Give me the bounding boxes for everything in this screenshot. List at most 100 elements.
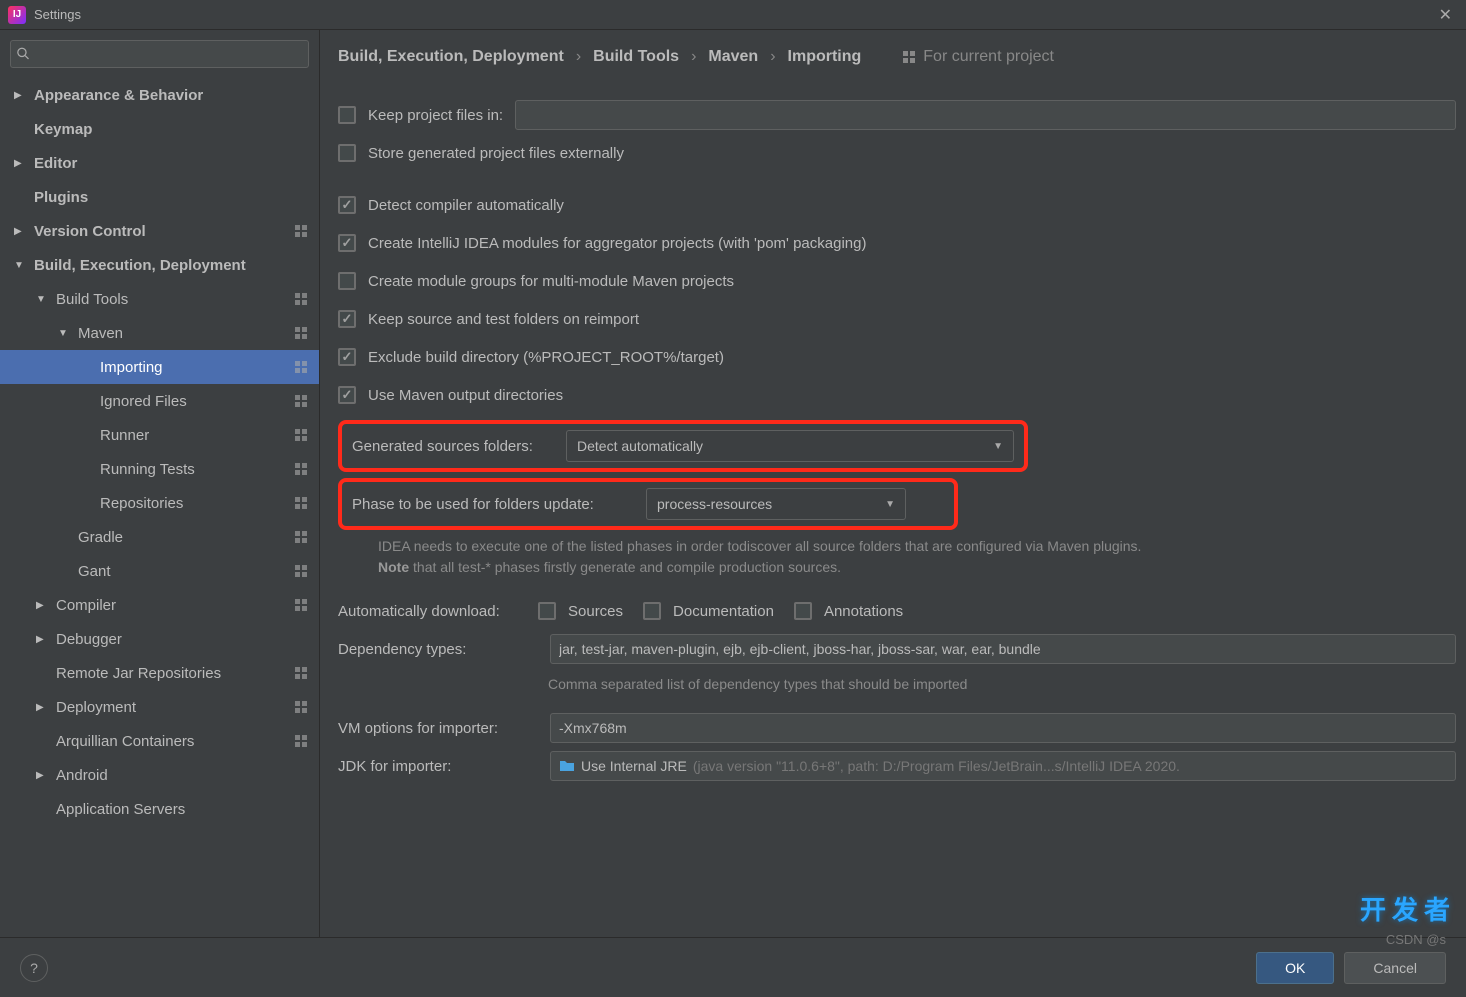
- generated-sources-combo[interactable]: Detect automatically▼: [566, 430, 1014, 462]
- for-current-project: For current project: [901, 48, 1054, 66]
- crumb-3[interactable]: Maven: [708, 48, 758, 66]
- sidebar-item-version-control[interactable]: ▶Version Control: [0, 214, 319, 248]
- project-scope-icon: [293, 699, 309, 715]
- annotations-label: Annotations: [824, 603, 903, 620]
- sidebar-item-label: Importing: [100, 359, 293, 376]
- titlebar: IJ Settings ✕: [0, 0, 1466, 30]
- chevron-down-icon: ▼: [885, 499, 895, 510]
- create-modules-checkbox[interactable]: [338, 234, 356, 252]
- help-button[interactable]: ?: [20, 954, 48, 982]
- use-output-label: Use Maven output directories: [368, 387, 563, 404]
- chevron-right-icon: ▶: [14, 226, 28, 237]
- project-scope-icon: [293, 495, 309, 511]
- chevron-right-icon: ▶: [36, 702, 50, 713]
- sidebar-item-running-tests[interactable]: ▶Running Tests: [0, 452, 319, 486]
- dependency-types-input[interactable]: [550, 634, 1456, 664]
- window-title: Settings: [34, 7, 81, 22]
- sidebar-item-application-servers[interactable]: ▶Application Servers: [0, 792, 319, 826]
- sidebar-item-gradle[interactable]: ▶Gradle: [0, 520, 319, 554]
- sidebar-item-plugins[interactable]: ▶Plugins: [0, 180, 319, 214]
- search-input[interactable]: [34, 47, 302, 62]
- project-scope-icon: [293, 733, 309, 749]
- phase-hint: IDEA needs to execute one of the listed …: [378, 536, 1456, 578]
- store-externally-label: Store generated project files externally: [368, 145, 624, 162]
- sidebar-item-label: Appearance & Behavior: [34, 87, 319, 104]
- project-scope-icon: [293, 597, 309, 613]
- detect-compiler-checkbox[interactable]: [338, 196, 356, 214]
- sources-checkbox[interactable]: [538, 602, 556, 620]
- crumb-2[interactable]: Build Tools: [593, 48, 679, 66]
- sidebar-item-label: Compiler: [56, 597, 293, 614]
- phase-combo[interactable]: process-resources▼: [646, 488, 906, 520]
- jdk-importer-label: JDK for importer:: [338, 758, 538, 775]
- sidebar-item-label: Keymap: [34, 121, 319, 138]
- sidebar-item-build-execution-deployment[interactable]: ▼Build, Execution, Deployment: [0, 248, 319, 282]
- sidebar-item-label: Build, Execution, Deployment: [34, 257, 319, 274]
- sources-label: Sources: [568, 603, 623, 620]
- keep-project-files-label: Keep project files in:: [368, 107, 503, 124]
- sidebar-item-label: Maven: [78, 325, 293, 342]
- exclude-build-label: Exclude build directory (%PROJECT_ROOT%/…: [368, 349, 724, 366]
- auto-download-label: Automatically download:: [338, 603, 538, 620]
- sidebar-item-ignored-files[interactable]: ▶Ignored Files: [0, 384, 319, 418]
- chevron-right-icon: ›: [576, 48, 581, 66]
- dependency-types-hint: Comma separated list of dependency types…: [548, 674, 1456, 695]
- sidebar-item-runner[interactable]: ▶Runner: [0, 418, 319, 452]
- chevron-right-icon: ▶: [36, 634, 50, 645]
- keep-project-files-checkbox[interactable]: [338, 106, 356, 124]
- sidebar-item-remote-jar-repositories[interactable]: ▶Remote Jar Repositories: [0, 656, 319, 690]
- create-modules-label: Create IntelliJ IDEA modules for aggrega…: [368, 235, 866, 252]
- project-icon: [901, 49, 917, 65]
- sidebar-item-maven[interactable]: ▼Maven: [0, 316, 319, 350]
- documentation-checkbox[interactable]: [643, 602, 661, 620]
- content-panel: Build, Execution, Deployment › Build Too…: [320, 30, 1466, 937]
- sidebar-item-debugger[interactable]: ▶Debugger: [0, 622, 319, 656]
- dependency-types-label: Dependency types:: [338, 641, 538, 658]
- annotations-checkbox[interactable]: [794, 602, 812, 620]
- sidebar-item-build-tools[interactable]: ▼Build Tools: [0, 282, 319, 316]
- chevron-right-icon: ›: [691, 48, 696, 66]
- keep-source-checkbox[interactable]: [338, 310, 356, 328]
- sidebar-item-gant[interactable]: ▶Gant: [0, 554, 319, 588]
- sidebar-item-label: Runner: [100, 427, 293, 444]
- sidebar-item-label: Plugins: [34, 189, 319, 206]
- sidebar-item-repositories[interactable]: ▶Repositories: [0, 486, 319, 520]
- vm-options-label: VM options for importer:: [338, 720, 538, 737]
- close-icon[interactable]: ✕: [1433, 5, 1458, 25]
- project-scope-icon: [293, 291, 309, 307]
- sidebar-item-appearance-behavior[interactable]: ▶ Appearance & Behavior: [0, 78, 319, 112]
- sidebar-item-importing[interactable]: ▶Importing: [0, 350, 319, 384]
- sidebar: ▶Appearance & Behavior▶Keymap▶Editor▶Plu…: [0, 30, 320, 937]
- app-icon: IJ: [8, 6, 26, 24]
- sidebar-item-compiler[interactable]: ▶ Compiler: [0, 588, 319, 622]
- chevron-right-icon: ▶: [14, 90, 28, 101]
- phase-label: Phase to be used for folders update:: [352, 496, 632, 513]
- sidebar-item-deployment[interactable]: ▶ Deployment: [0, 690, 319, 724]
- sidebar-item-label: Repositories: [100, 495, 293, 512]
- sidebar-item-arquillian-containers[interactable]: ▶Arquillian Containers: [0, 724, 319, 758]
- crumb-1[interactable]: Build, Execution, Deployment: [338, 48, 564, 66]
- use-output-checkbox[interactable]: [338, 386, 356, 404]
- sidebar-item-label: Deployment: [56, 699, 293, 716]
- jdk-importer-combo[interactable]: Use Internal JRE (java version "11.0.6+8…: [550, 751, 1456, 781]
- search-icon: [17, 47, 30, 61]
- project-scope-icon: [293, 427, 309, 443]
- sidebar-item-android[interactable]: ▶Android: [0, 758, 319, 792]
- cancel-button[interactable]: Cancel: [1344, 952, 1446, 984]
- project-scope-icon: [293, 665, 309, 681]
- chevron-right-icon: ▶: [36, 600, 50, 611]
- sidebar-item-label: Ignored Files: [100, 393, 293, 410]
- create-groups-checkbox[interactable]: [338, 272, 356, 290]
- vm-options-input[interactable]: [550, 713, 1456, 743]
- project-scope-icon: [293, 325, 309, 341]
- store-externally-checkbox[interactable]: [338, 144, 356, 162]
- sidebar-item-keymap[interactable]: ▶Keymap: [0, 112, 319, 146]
- exclude-build-checkbox[interactable]: [338, 348, 356, 366]
- sidebar-item-editor[interactable]: ▶ Editor: [0, 146, 319, 180]
- chevron-right-icon: ▶: [14, 158, 28, 169]
- ok-button[interactable]: OK: [1256, 952, 1334, 984]
- sidebar-item-label: Editor: [34, 155, 319, 172]
- crumb-4: Importing: [788, 48, 862, 66]
- search-input-wrap[interactable]: [10, 40, 309, 68]
- keep-project-files-input[interactable]: [515, 100, 1456, 130]
